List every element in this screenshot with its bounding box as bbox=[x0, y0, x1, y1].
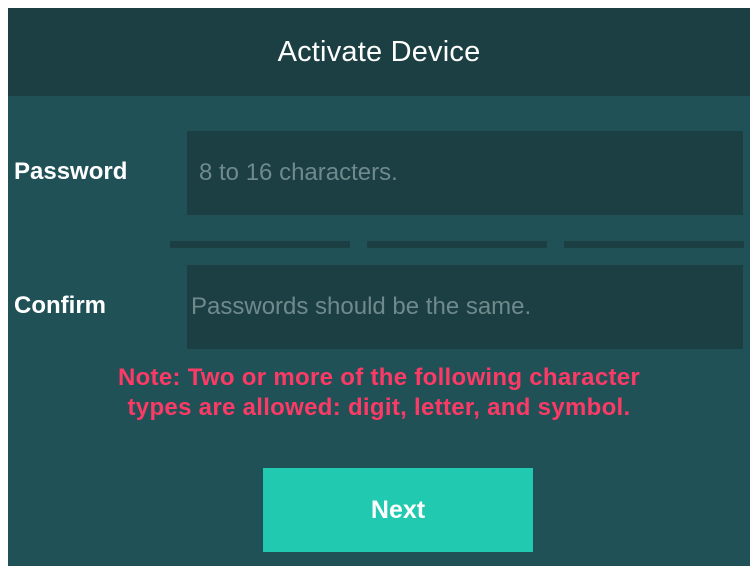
note-line-1: Note: Two or more of the following chara… bbox=[117, 364, 641, 391]
next-button[interactable]: Next bbox=[263, 468, 533, 552]
strength-segment-strong bbox=[564, 241, 744, 248]
password-rule-note: Note: Two or more of the following chara… bbox=[8, 363, 750, 423]
strength-segment-medium bbox=[367, 241, 547, 248]
confirm-label: Confirm bbox=[14, 292, 106, 319]
password-input[interactable] bbox=[199, 131, 743, 215]
title-bar: Activate Device bbox=[8, 8, 750, 96]
password-label: Password bbox=[14, 158, 128, 185]
password-field-box bbox=[187, 131, 743, 215]
dialog-title: Activate Device bbox=[277, 36, 481, 68]
confirm-password-input[interactable] bbox=[191, 265, 743, 349]
strength-segment-weak bbox=[170, 241, 350, 248]
confirm-field-box bbox=[187, 265, 743, 349]
activate-device-dialog: Activate Device Password Confirm Note: T… bbox=[8, 8, 750, 566]
note-line-2: types are allowed: digit, letter, and sy… bbox=[127, 394, 631, 421]
